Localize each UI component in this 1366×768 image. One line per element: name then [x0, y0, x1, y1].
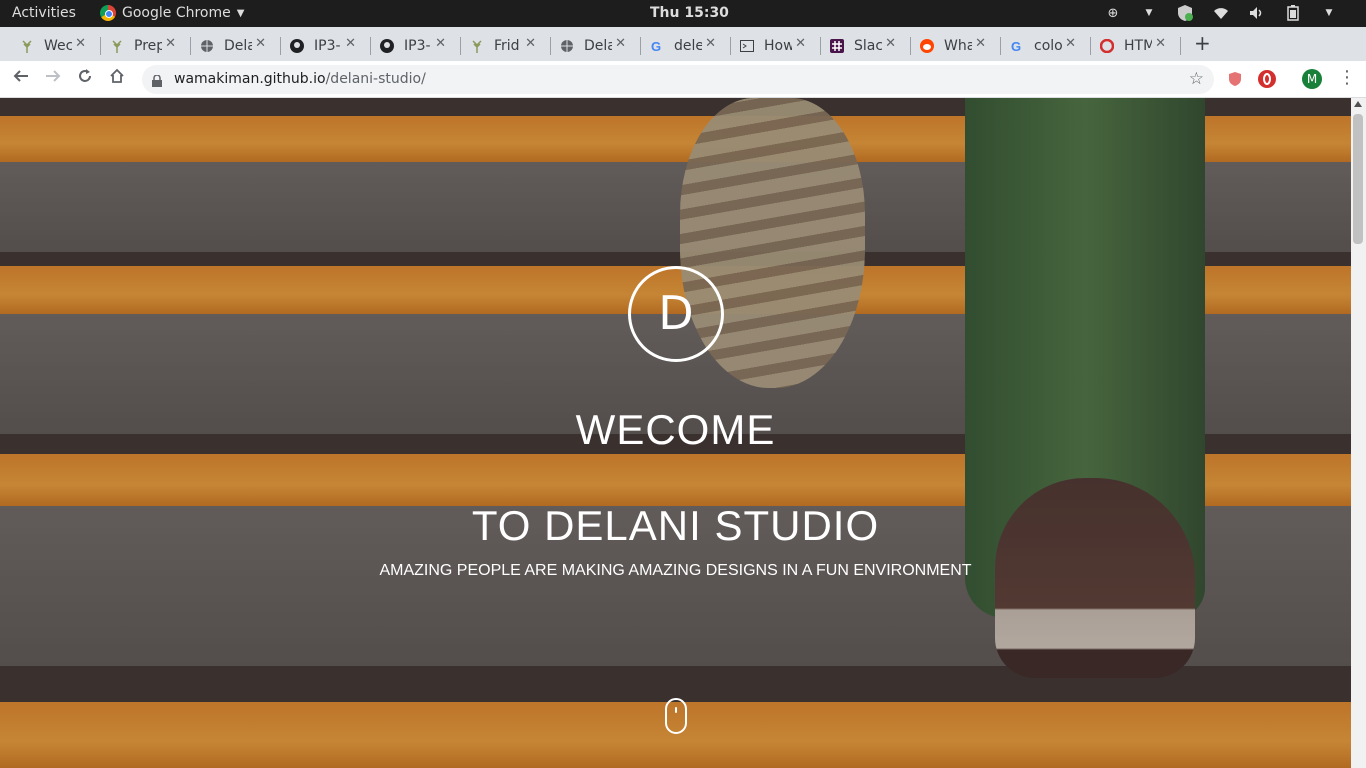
chevron-down-icon[interactable]: ▼ [1140, 4, 1158, 22]
tab-strip: Wec ✕ Prep ✕ Dela ✕ IP3- ✕ IP3- ✕ Frid ✕… [0, 27, 1366, 61]
browser-tab[interactable]: Dela ✕ [540, 31, 630, 61]
tab-label: Frid [494, 38, 520, 54]
browser-tab[interactable]: Prep ✕ [90, 31, 180, 61]
opera-icon [1099, 38, 1115, 54]
browser-tab[interactable]: How ✕ [720, 31, 810, 61]
reload-button[interactable] [74, 68, 96, 90]
page-scrollbar[interactable] [1351, 98, 1366, 768]
github-icon [290, 39, 304, 53]
tab-label: Prep [134, 38, 162, 54]
tab-label: colo [1034, 38, 1062, 54]
chevron-down-icon: ▼ [236, 7, 245, 19]
tab-label: Dela [584, 38, 612, 54]
tab-label: IP3- [314, 38, 341, 54]
activities-button[interactable]: Activities [12, 5, 76, 21]
volume-icon[interactable] [1248, 4, 1266, 22]
globe-icon [200, 39, 214, 53]
page-viewport: D WECOME TO DELANI STUDIO AMAZING PEOPLE… [0, 98, 1351, 768]
hero-heading-studio: TO DELANI STUDIO [471, 502, 880, 549]
url-text[interactable]: wamakiman.github.io/delani-studio/ [174, 71, 426, 87]
scroll-down-mouse-icon[interactable] [665, 698, 687, 734]
app-name: Google Chrome [122, 5, 231, 21]
tab-label: Slac [854, 38, 882, 54]
browser-tab[interactable]: Wha ✕ [900, 31, 990, 61]
tab-label: IP3- [404, 38, 431, 54]
back-button[interactable] [10, 68, 32, 90]
tab-label: Wec [44, 38, 72, 54]
close-icon[interactable]: ✕ [1065, 36, 1076, 51]
browser-tab[interactable]: G colo ✕ [990, 31, 1080, 61]
browser-tab[interactable]: Slac ✕ [810, 31, 900, 61]
battery-icon[interactable] [1284, 4, 1302, 22]
tab-label: dele [674, 38, 702, 54]
chevron-down-icon[interactable]: ▼ [1320, 4, 1338, 22]
hero-section: D WECOME TO DELANI STUDIO AMAZING PEOPLE… [0, 98, 1351, 768]
browser-toolbar: wamakiman.github.io/delani-studio/ ☆ M ⋮ [0, 61, 1366, 98]
clock[interactable]: Thu 15:30 [650, 5, 729, 21]
browser-tab[interactable]: Frid ✕ [450, 31, 540, 61]
github-icon [380, 39, 394, 53]
google-icon: G [650, 39, 664, 54]
extension-opera-icon[interactable] [1258, 70, 1276, 88]
browser-tab[interactable]: IP3- ✕ [360, 31, 450, 61]
close-icon[interactable]: ✕ [435, 36, 446, 51]
new-tab-button[interactable]: + [1194, 31, 1211, 55]
close-icon[interactable]: ✕ [525, 36, 536, 51]
close-icon[interactable]: ✕ [165, 36, 176, 51]
close-icon[interactable]: ✕ [75, 36, 86, 51]
extension-shield-icon[interactable] [1226, 70, 1244, 88]
leaf-icon [110, 39, 124, 53]
address-bar[interactable]: wamakiman.github.io/delani-studio/ ☆ [142, 65, 1214, 94]
browser-tab[interactable]: G dele ✕ [630, 31, 720, 61]
browser-tab[interactable]: Dela ✕ [180, 31, 270, 61]
browser-tab[interactable]: HTM ✕ [1080, 31, 1170, 61]
browser-tab[interactable]: Wec ✕ [0, 31, 90, 61]
system-tray[interactable]: ⊕ ▼ ▼ [1104, 4, 1338, 22]
close-icon[interactable]: ✕ [255, 36, 266, 51]
close-icon[interactable]: ✕ [705, 36, 716, 51]
close-icon[interactable]: ✕ [1155, 36, 1166, 51]
tab-label: How [764, 38, 792, 54]
svg-text:G: G [651, 39, 661, 53]
leaf-icon [20, 39, 34, 53]
browser-tab[interactable]: IP3- ✕ [270, 31, 360, 61]
scroll-up-arrow-icon[interactable] [1354, 101, 1362, 107]
globe-icon [560, 39, 574, 53]
shield-icon[interactable] [1176, 4, 1194, 22]
lock-icon[interactable] [152, 72, 162, 87]
terminal-icon [740, 39, 754, 53]
svg-text:G: G [1011, 39, 1021, 53]
tab-divider [1180, 37, 1181, 55]
url-host: wamakiman.github.io [174, 71, 326, 87]
bookmark-star-icon[interactable]: ☆ [1189, 69, 1204, 89]
wifi-icon[interactable] [1212, 4, 1230, 22]
close-icon[interactable]: ✕ [615, 36, 626, 51]
tab-label: Dela [224, 38, 252, 54]
home-button[interactable] [106, 68, 128, 90]
slack-icon [830, 39, 844, 53]
close-icon[interactable]: ✕ [345, 36, 356, 51]
profile-avatar[interactable]: M [1302, 69, 1322, 89]
scrollbar-thumb[interactable] [1353, 114, 1363, 244]
accessibility-icon[interactable]: ⊕ [1104, 4, 1122, 22]
menu-dots-icon[interactable]: ⋮ [1338, 68, 1356, 88]
forward-button[interactable] [42, 68, 64, 90]
reddit-icon [920, 39, 934, 53]
studio-logo[interactable]: D [628, 266, 724, 362]
system-top-bar: Activities Google Chrome ▼ Thu 15:30 ⊕ ▼… [0, 0, 1366, 27]
tab-label: HTM [1124, 38, 1152, 54]
app-menu[interactable]: Google Chrome ▼ [100, 5, 244, 21]
url-path: /delani-studio/ [325, 71, 426, 87]
hero-heading-welcome: WECOME [575, 406, 776, 453]
close-icon[interactable]: ✕ [795, 36, 806, 51]
leaf-icon [470, 39, 484, 53]
tab-label: Wha [944, 38, 972, 54]
close-icon[interactable]: ✕ [885, 36, 896, 51]
chrome-icon [100, 5, 116, 21]
hero-tagline: AMAZING PEOPLE ARE MAKING AMAZING DESIGN… [379, 562, 972, 579]
google-icon: G [1010, 39, 1024, 54]
close-icon[interactable]: ✕ [975, 36, 986, 51]
